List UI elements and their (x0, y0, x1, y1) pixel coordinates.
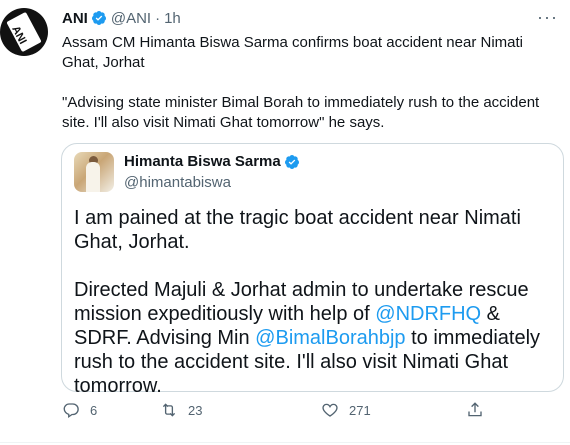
share-button[interactable] (466, 401, 494, 419)
quoted-tweet-text: I am pained at the tragic boat accident … (74, 206, 559, 398)
author-handle[interactable]: @ANI (111, 10, 151, 27)
author-name[interactable]: ANI (62, 10, 88, 27)
verified-badge-icon (91, 11, 106, 25)
more-options-icon[interactable]: ··· (537, 7, 558, 28)
reply-icon (63, 403, 79, 419)
quoted-text-para1: I am pained at the tragic boat accident … (74, 207, 521, 253)
reply-count: 6 (90, 402, 98, 418)
reply-button[interactable]: 6 (62, 401, 97, 419)
share-icon (468, 402, 482, 417)
quoted-author-avatar[interactable] (74, 152, 114, 192)
retweet-icon (162, 403, 176, 417)
mention-bimalborahbjp[interactable]: @BimalBorahbjp (255, 327, 405, 349)
quoted-tweet[interactable]: Himanta Biswa Sarma @himantabiswa I am p… (61, 143, 564, 397)
ani-logo: ANI (6, 11, 42, 53)
tweet-header: ANI @ANI · 1h (62, 8, 181, 28)
like-count: 271 (349, 402, 371, 418)
author-avatar[interactable]: ANI (0, 8, 48, 56)
quoted-author-name-row: Himanta Biswa Sarma (124, 153, 300, 170)
action-bar: 6 23 271 (62, 400, 492, 420)
verified-badge-icon (284, 154, 299, 169)
timestamp[interactable]: 1h (164, 10, 181, 27)
separator: · (155, 9, 161, 27)
like-button[interactable]: 271 (321, 401, 371, 419)
retweet-button[interactable]: 23 (160, 401, 202, 419)
tweet-text-line1: Assam CM Himanta Biswa Sarma confirms bo… (62, 34, 523, 71)
mention-ndrfhq[interactable]: @NDRFHQ (375, 303, 481, 325)
retweet-count: 23 (188, 402, 203, 418)
quoted-author-name[interactable]: Himanta Biswa Sarma (124, 153, 281, 170)
quoted-text-para2: Directed Majuli & Jorhat admin to undert… (74, 278, 559, 398)
divider (0, 442, 570, 443)
quoted-author-handle[interactable]: @himantabiswa (124, 174, 231, 191)
tweet-text-line2: "Advising state minister Bimal Borah to … (62, 94, 540, 131)
tweet-text: Assam CM Himanta Biswa Sarma confirms bo… (62, 33, 562, 133)
heart-icon (322, 403, 338, 417)
